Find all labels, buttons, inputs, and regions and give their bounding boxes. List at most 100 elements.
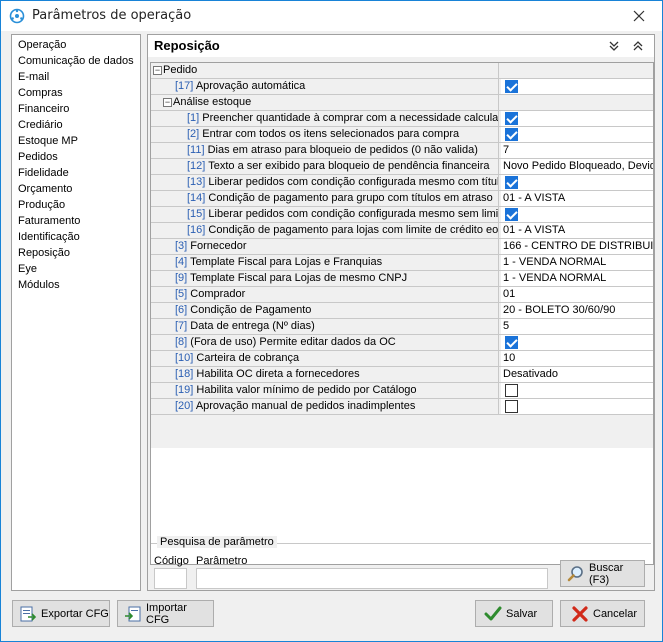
close-button[interactable] — [616, 1, 662, 31]
save-button[interactable]: Salvar — [475, 600, 553, 627]
nav-item[interactable]: E-mail — [12, 69, 140, 85]
section-title: Reposição — [154, 38, 220, 53]
grid-parameter-row[interactable]: [11] Dias em atraso para bloqueio de ped… — [151, 143, 653, 159]
parameter-id: [7] — [175, 320, 188, 332]
nav-item[interactable]: Financeiro — [12, 101, 140, 117]
codigo-input[interactable] — [154, 568, 187, 589]
export-icon — [20, 606, 37, 621]
parameter-value[interactable]: 7 — [501, 143, 653, 158]
parameter-value[interactable] — [501, 335, 653, 350]
grid-parameter-row[interactable]: [7] Data de entrega (Nº dias) 5 — [151, 319, 653, 335]
parameter-value[interactable]: 1 - VENDA NORMAL — [501, 271, 653, 286]
checkbox-unchecked[interactable] — [505, 400, 518, 413]
grid-parameter-row[interactable]: [3] Fornecedor 166 - CENTRO DE DISTRIBUI — [151, 239, 653, 255]
collapse-toggle-icon[interactable]: − — [163, 97, 172, 107]
grid-parameter-row[interactable]: [4] Template Fiscal para Lojas e Franqui… — [151, 255, 653, 271]
parameter-id: [11] — [187, 144, 205, 156]
export-cfg-button[interactable]: Exportar CFG — [12, 600, 110, 627]
parameter-value[interactable] — [501, 127, 653, 142]
checkbox-checked[interactable] — [505, 176, 518, 189]
grid-parameter-row[interactable]: [20] Aprovação manual de pedidos inadimp… — [151, 399, 653, 415]
checkbox-checked[interactable] — [505, 336, 518, 349]
parameter-id: [14] — [187, 192, 206, 204]
parameter-value-text: Desativado — [503, 368, 559, 380]
grid-parameter-row[interactable]: [6] Condição de Pagamento 20 - BOLETO 30/… — [151, 303, 653, 319]
parameter-value[interactable]: 10 — [501, 351, 653, 366]
nav-item[interactable]: Reposição — [12, 245, 140, 261]
parameter-id: [4] — [175, 256, 188, 268]
checkbox-checked[interactable] — [505, 80, 518, 93]
parameter-value[interactable] — [501, 399, 653, 414]
cancel-button[interactable]: Cancelar — [560, 600, 645, 627]
parameter-text: Condição de pagamento para lojas com lim… — [208, 224, 499, 236]
parameter-value[interactable]: Novo Pedido Bloqueado, Devido — [501, 159, 653, 174]
parameter-value — [501, 63, 653, 78]
parameter-value-text: 10 — [503, 352, 516, 364]
parameter-label: [6] Condição de Pagamento — [151, 303, 499, 318]
category-list[interactable]: Operação Comunicação de dados E-mail Compra… — [11, 34, 141, 591]
grid-parameter-row[interactable]: [14] Condição de pagamento para grupo co… — [151, 191, 653, 207]
parameter-value[interactable] — [501, 175, 653, 190]
chevron-double-down-icon[interactable] — [606, 38, 622, 54]
codigo-label: Código — [154, 555, 189, 567]
parameter-value[interactable] — [501, 383, 653, 398]
parameter-grid[interactable]: − Pedido [17] Aprovação automática − Análise… — [150, 62, 654, 565]
parameter-value[interactable]: 166 - CENTRO DE DISTRIBUI — [501, 239, 653, 254]
nav-item[interactable]: Fidelidade — [12, 165, 140, 181]
parameter-value[interactable]: 5 — [501, 319, 653, 334]
grid-parameter-row[interactable]: [9] Template Fiscal para Lojas de mesmo … — [151, 271, 653, 287]
grid-parameter-row[interactable]: [12] Texto a ser exibido para bloqueio d… — [151, 159, 653, 175]
parameter-id: [6] — [175, 304, 188, 316]
nav-item[interactable]: Faturamento — [12, 213, 140, 229]
parameter-value[interactable]: 20 - BOLETO 30/60/90 — [501, 303, 653, 318]
grid-parameter-row[interactable]: [16] Condição de pagamento para lojas co… — [151, 223, 653, 239]
grid-category-row[interactable]: − Análise estoque — [151, 95, 653, 111]
grid-parameter-row[interactable]: [8] (Fora de uso) Permite editar dados d… — [151, 335, 653, 351]
checkbox-unchecked[interactable] — [505, 384, 518, 397]
checkbox-checked[interactable] — [505, 128, 518, 141]
nav-item[interactable]: Orçamento — [12, 181, 140, 197]
grid-parameter-row[interactable]: [13] Liberar pedidos com condição config… — [151, 175, 653, 191]
nav-item[interactable]: Operação — [12, 37, 140, 53]
nav-item[interactable]: Pedidos — [12, 149, 140, 165]
nav-item[interactable]: Produção — [12, 197, 140, 213]
nav-item[interactable]: Comunicação de dados — [12, 53, 140, 69]
checkbox-checked[interactable] — [505, 112, 518, 125]
nav-item[interactable]: Eye — [12, 261, 140, 277]
grid-category-row[interactable]: − Pedido — [151, 63, 653, 79]
gear-icon — [9, 8, 25, 24]
parameter-value[interactable]: 1 - VENDA NORMAL — [501, 255, 653, 270]
nav-item[interactable]: Estoque MP — [12, 133, 140, 149]
nav-item[interactable]: Compras — [12, 85, 140, 101]
parameter-value[interactable]: 01 - A VISTA — [501, 191, 653, 206]
import-cfg-button[interactable]: Importar CFG — [117, 600, 214, 627]
parameter-value[interactable]: Desativado — [501, 367, 653, 382]
parameter-value[interactable]: 01 - A VISTA — [501, 223, 653, 238]
parameter-label: [19] Habilita valor mínimo de pedido por… — [151, 383, 499, 398]
nav-item[interactable]: Identificação — [12, 229, 140, 245]
parameter-text: Template Fiscal para Lojas e Franquias — [190, 256, 383, 268]
grid-parameter-row[interactable]: [10] Carteira de cobrança 10 — [151, 351, 653, 367]
grid-parameter-row[interactable]: [2] Entrar com todos os itens selecionad… — [151, 127, 653, 143]
collapse-toggle-icon[interactable]: − — [153, 65, 162, 75]
parametro-input[interactable] — [196, 568, 548, 589]
grid-parameter-row[interactable]: [18] Habilita OC direta a fornecedores De… — [151, 367, 653, 383]
parameter-value[interactable]: 01 — [501, 287, 653, 302]
grid-parameter-row[interactable]: [1] Preencher quantidade à comprar com a… — [151, 111, 653, 127]
chevron-double-up-icon[interactable] — [630, 38, 646, 54]
parameter-label: [15] Liberar pedidos com condição config… — [151, 207, 499, 222]
checkbox-checked[interactable] — [505, 208, 518, 221]
parameter-value[interactable] — [501, 79, 653, 94]
parameter-value[interactable] — [501, 207, 653, 222]
parameter-id: [20] — [175, 400, 194, 412]
search-button[interactable]: Buscar (F3) — [560, 560, 645, 587]
grid-parameter-row[interactable]: [19] Habilita valor mínimo de pedido por… — [151, 383, 653, 399]
parameter-id: [13] — [187, 176, 206, 188]
nav-item[interactable]: Módulos — [12, 277, 140, 293]
parameter-label: [20] Aprovação manual de pedidos inadimp… — [151, 399, 499, 414]
grid-parameter-row[interactable]: [15] Liberar pedidos com condição config… — [151, 207, 653, 223]
grid-parameter-row[interactable]: [5] Comprador 01 — [151, 287, 653, 303]
nav-item[interactable]: Crediário — [12, 117, 140, 133]
parameter-value[interactable] — [501, 111, 653, 126]
grid-parameter-row[interactable]: [17] Aprovação automática — [151, 79, 653, 95]
